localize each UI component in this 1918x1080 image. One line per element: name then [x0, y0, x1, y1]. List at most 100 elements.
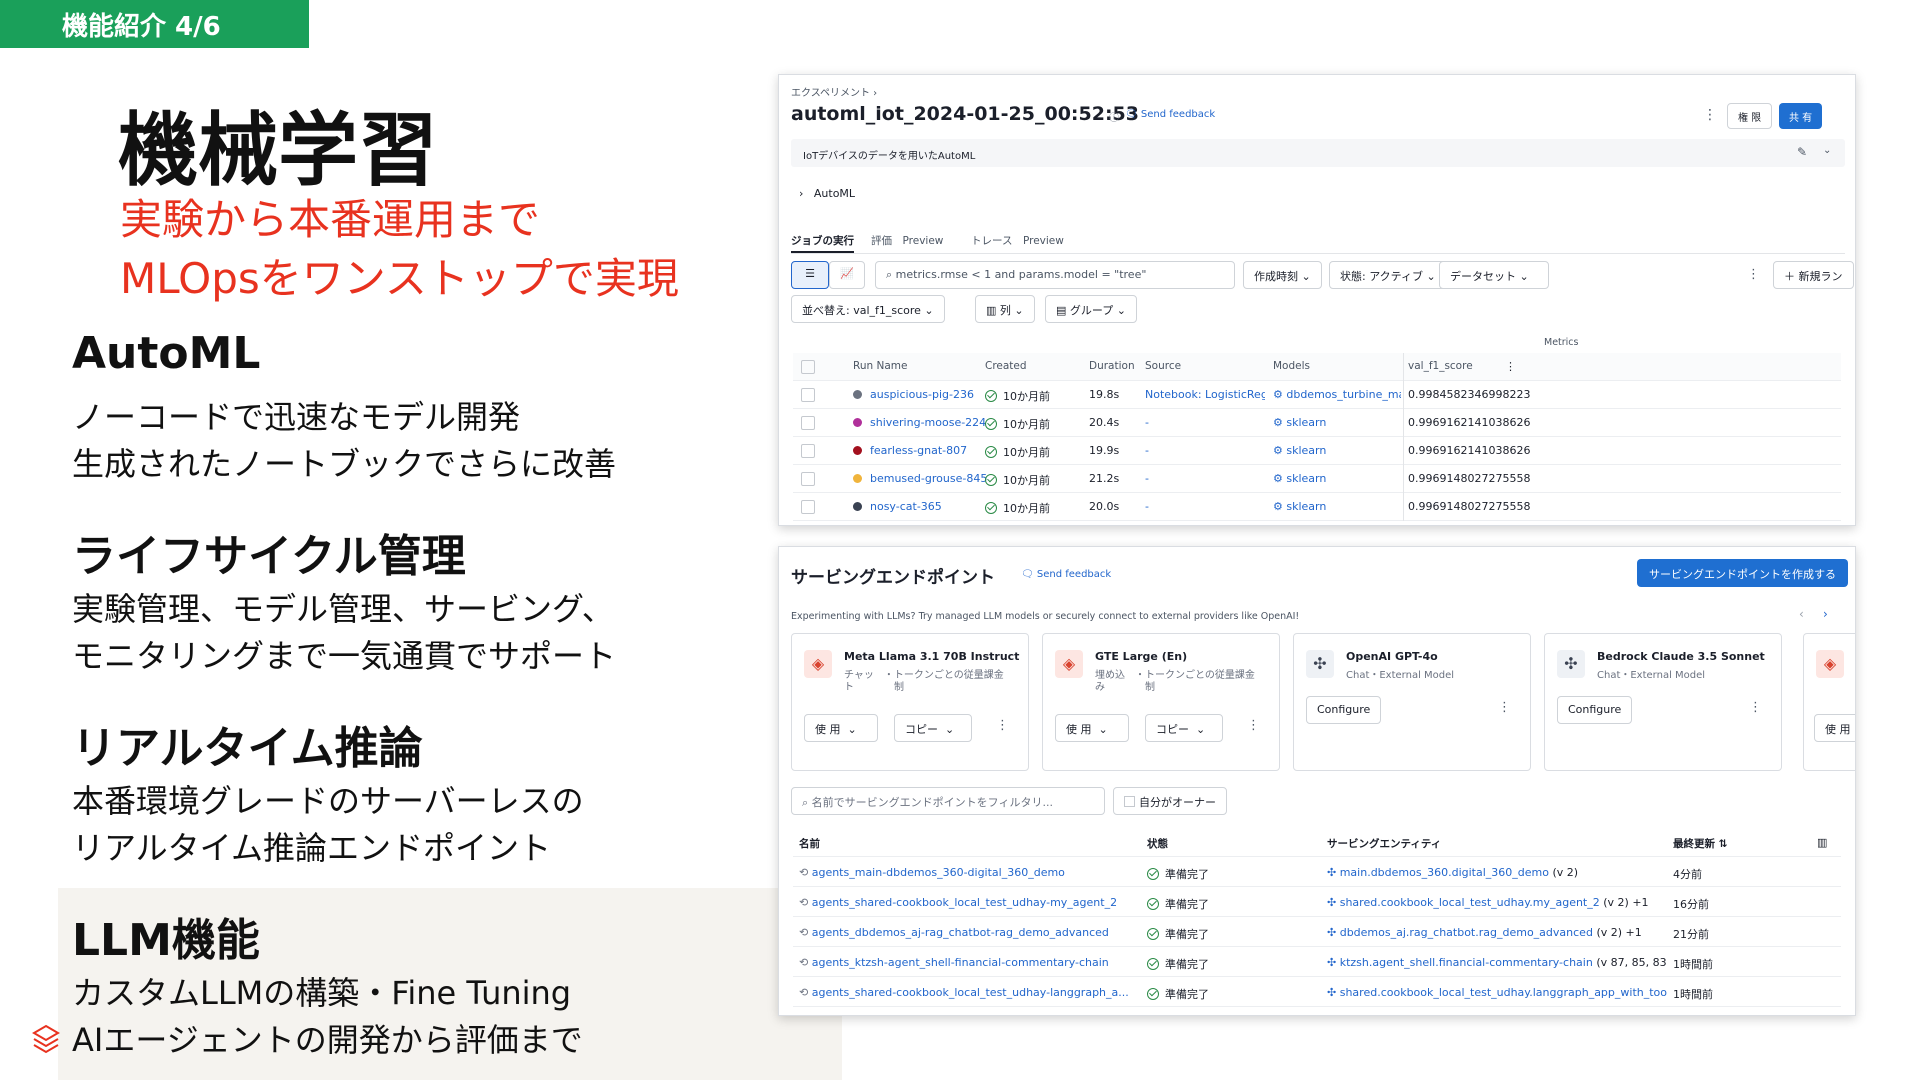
permissions-button[interactable]: 権 限: [1727, 103, 1773, 129]
send-feedback-link[interactable]: 🗨 Send feedback: [1021, 569, 1111, 580]
edit-icon[interactable]: ✎: [1797, 145, 1807, 159]
group-dropdown[interactable]: ▤ グループ ⌄: [1045, 295, 1137, 323]
run-name-link[interactable]: shivering-moose-224: [853, 416, 986, 429]
source-cell[interactable]: Notebook: LogisticReg...: [1145, 388, 1265, 401]
table-row[interactable]: ⟲ agents_shared-cookbook_local_test_udha…: [793, 977, 1841, 1007]
col-header[interactable]: Run Name: [853, 360, 907, 372]
tab-runs[interactable]: ジョブの実行: [791, 233, 854, 253]
dataset-filter[interactable]: データセット ⌄: [1439, 261, 1549, 289]
row-checkbox[interactable]: [801, 472, 815, 486]
send-feedback-link[interactable]: 🗨 Send feedback: [1125, 109, 1215, 120]
model-link[interactable]: ⚙ dbdemos_turbine_main...: [1273, 388, 1401, 401]
col-header[interactable]: Created: [985, 360, 1027, 372]
table-row[interactable]: fearless-gnat-807 10か月前 19.9s - ⚙ sklear…: [793, 437, 1841, 465]
table-row[interactable]: ⟲ agents_ktzsh-agent_shell-financial-com…: [793, 947, 1841, 977]
endpoint-link[interactable]: ⟲ agents_shared-cookbook_local_test_udha…: [799, 896, 1139, 909]
endpoint-link[interactable]: ⟲ agents_shared-cookbook_local_test_udha…: [799, 986, 1139, 999]
chevron-down-icon[interactable]: ⌄: [1823, 145, 1831, 156]
automl-section-toggle[interactable]: › AutoML: [799, 187, 855, 200]
info-icon[interactable]: ⓘ: [1109, 109, 1119, 124]
col-header-updated[interactable]: 最終更新 ⇅: [1673, 836, 1727, 851]
col-header[interactable]: サービングエンティティ: [1327, 836, 1441, 851]
col-header[interactable]: Duration: [1089, 360, 1135, 372]
row-checkbox[interactable]: [801, 388, 815, 402]
entity-link[interactable]: ktzsh.agent_shell.financial-commentary-c…: [1340, 956, 1593, 969]
endpoint-filter-input[interactable]: ⌕ 名前でサービングエンドポイントをフィルタリ...: [791, 787, 1105, 815]
copy-button[interactable]: コピー ⌄: [1145, 714, 1223, 742]
kebab-icon[interactable]: ⋮: [1505, 360, 1516, 373]
entity-link[interactable]: main.dbdemos_360.digital_360_demo: [1340, 866, 1549, 879]
row-checkbox[interactable]: [801, 500, 815, 514]
endpoint-link[interactable]: ⟲ agents_ktzsh-agent_shell-financial-com…: [799, 956, 1139, 969]
model-card[interactable]: ✣ OpenAI GPT-4o Chat・External Model Conf…: [1293, 633, 1531, 771]
search-input[interactable]: ⌕ metrics.rmse < 1 and params.model = "t…: [875, 261, 1235, 289]
model-link[interactable]: ⚙ sklearn: [1273, 472, 1401, 485]
table-row[interactable]: ⟲ agents_shared-cookbook_local_test_udha…: [793, 887, 1841, 917]
run-name-link[interactable]: auspicious-pig-236: [853, 388, 974, 401]
create-endpoint-button[interactable]: サービングエンドポイントを作成する: [1637, 559, 1848, 587]
col-header[interactable]: 状態: [1147, 836, 1168, 851]
col-header[interactable]: 名前: [799, 836, 820, 851]
tab-traces[interactable]: トレース Preview: [971, 233, 1064, 248]
created-filter[interactable]: 作成時刻 ⌄: [1243, 261, 1322, 289]
entity-link[interactable]: shared.cookbook_local_test_udhay.my_agen…: [1340, 896, 1600, 909]
owner-checkbox[interactable]: 自分がオーナー: [1113, 787, 1227, 815]
extra-badge[interactable]: +1: [1632, 896, 1648, 909]
entity-link[interactable]: shared.cookbook_local_test_udhay.langgra…: [1340, 986, 1667, 999]
table-row[interactable]: nosy-cat-365 10か月前 20.0s - ⚙ sklearn 0.9…: [793, 493, 1841, 521]
new-run-button[interactable]: ＋ 新規ラン: [1773, 261, 1854, 289]
entity-cell[interactable]: ✣ shared.cookbook_local_test_udhay.langg…: [1327, 986, 1667, 999]
source-cell[interactable]: -: [1145, 472, 1265, 485]
col-header[interactable]: val_f1_score: [1408, 360, 1473, 372]
model-card[interactable]: ✣ Bedrock Claude 3.5 Sonnet Chat・Externa…: [1544, 633, 1782, 771]
row-checkbox[interactable]: [801, 416, 815, 430]
share-button[interactable]: 共 有: [1779, 103, 1823, 129]
model-link[interactable]: ⚙ sklearn: [1273, 444, 1401, 457]
source-cell[interactable]: -: [1145, 444, 1265, 457]
model-card[interactable]: ◈ Meta Llama 3.1 70B Instruct チャッ ・トークンご…: [791, 633, 1029, 771]
table-row[interactable]: auspicious-pig-236 10か月前 19.8s Notebook:…: [793, 381, 1841, 409]
table-row[interactable]: bemused-grouse-845 10か月前 21.2s - ⚙ sklea…: [793, 465, 1841, 493]
columns-icon[interactable]: ▥: [1817, 836, 1827, 849]
tab-evaluation[interactable]: 評価 Preview: [871, 233, 943, 248]
row-checkbox[interactable]: [801, 444, 815, 458]
entity-link[interactable]: dbdemos_aj.rag_chatbot.rag_demo_advanced: [1340, 926, 1593, 939]
kebab-menu-icon[interactable]: ⋮: [1703, 107, 1717, 123]
model-link[interactable]: ⚙ sklearn: [1273, 500, 1401, 513]
entity-cell[interactable]: ✣ shared.cookbook_local_test_udhay.my_ag…: [1327, 896, 1667, 909]
configure-button[interactable]: Configure: [1306, 696, 1382, 724]
breadcrumb[interactable]: エクスペリメント ›: [791, 84, 877, 99]
model-card[interactable]: ◈ GTE Large (En) 埋め込 ・トークンごとの従量課金 み 制 使 …: [1042, 633, 1280, 771]
endpoint-link[interactable]: ⟲ agents_dbdemos_aj-rag_chatbot-rag_demo…: [799, 926, 1139, 939]
chart-view-icon[interactable]: 📈: [829, 261, 865, 289]
select-all-checkbox[interactable]: [801, 360, 815, 374]
source-cell[interactable]: -: [1145, 416, 1265, 429]
kebab-icon[interactable]: ⋮: [1498, 700, 1511, 715]
use-button[interactable]: 使 用 ⌄: [1055, 714, 1129, 742]
table-row[interactable]: ⟲ agents_dbdemos_aj-rag_chatbot-rag_demo…: [793, 917, 1841, 947]
more-options-icon[interactable]: ⋮: [1747, 267, 1760, 282]
state-filter[interactable]: 状態: アクティブ ⌄: [1329, 261, 1447, 289]
extra-badge[interactable]: +1: [1626, 926, 1642, 939]
table-row[interactable]: shivering-moose-224 10か月前 20.4s - ⚙ skle…: [793, 409, 1841, 437]
entity-cell[interactable]: ✣ ktzsh.agent_shell.financial-commentary…: [1327, 956, 1667, 969]
chevron-right-icon[interactable]: ›: [1823, 607, 1828, 621]
entity-cell[interactable]: ✣ main.dbdemos_360.digital_360_demo (v 2…: [1327, 866, 1667, 879]
kebab-icon[interactable]: ⋮: [1749, 700, 1762, 715]
columns-dropdown[interactable]: ▥ 列 ⌄: [975, 295, 1035, 323]
col-header[interactable]: Models: [1273, 360, 1310, 372]
model-card-partial[interactable]: ◈ 使 用: [1803, 633, 1855, 771]
list-view-icon[interactable]: ☰: [791, 261, 829, 289]
use-button[interactable]: 使 用 ⌄: [804, 714, 878, 742]
sort-dropdown[interactable]: 並べ替え: val_f1_score ⌄: [791, 295, 945, 323]
source-cell[interactable]: -: [1145, 500, 1265, 513]
kebab-icon[interactable]: ⋮: [1247, 718, 1260, 733]
copy-button[interactable]: コピー ⌄: [894, 714, 972, 742]
chevron-left-icon[interactable]: ‹: [1799, 607, 1804, 621]
run-name-link[interactable]: fearless-gnat-807: [853, 444, 967, 457]
configure-button[interactable]: Configure: [1557, 696, 1633, 724]
kebab-icon[interactable]: ⋮: [996, 718, 1009, 733]
endpoint-link[interactable]: ⟲ agents_main-dbdemos_360-digital_360_de…: [799, 866, 1139, 879]
use-button[interactable]: 使 用: [1814, 714, 1855, 742]
run-name-link[interactable]: nosy-cat-365: [853, 500, 942, 513]
